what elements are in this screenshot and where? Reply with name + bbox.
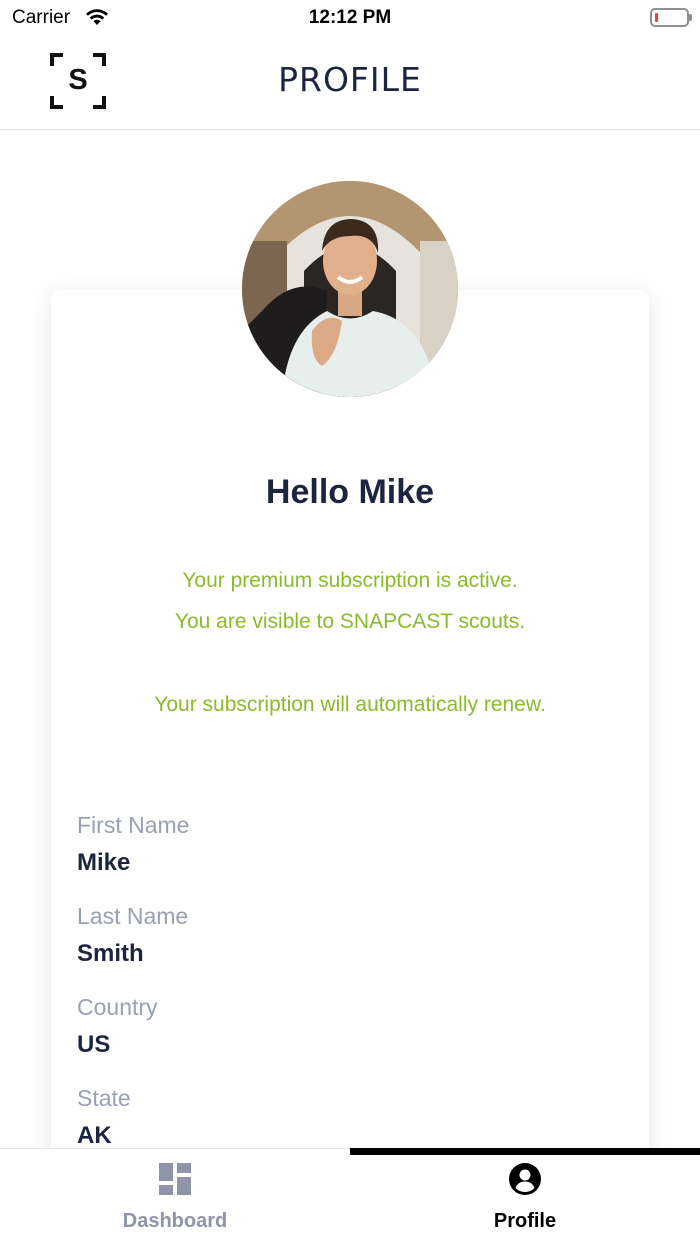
user-circle-icon: [509, 1163, 541, 1195]
scout-visibility-text: You are visible to SNAPCAST scouts.: [174, 610, 526, 633]
dashboard-icon: [159, 1163, 191, 1195]
clock: 12:12 PM: [308, 7, 392, 28]
country-label: Country: [77, 994, 158, 1020]
page-title: PROFILE: [278, 60, 422, 99]
last-name-label: Last Name: [77, 903, 189, 929]
tab-profile-label: Profile: [493, 1210, 557, 1232]
tab-bar: Dashboard Profile: [0, 1148, 700, 1244]
auto-renew-text: Your subscription will automatically ren…: [154, 693, 546, 716]
state-label: State: [77, 1085, 131, 1111]
tab-profile[interactable]: Profile: [350, 1148, 700, 1244]
status-bar: Carrier 12:12 PM: [0, 0, 700, 36]
profile-card: [51, 290, 649, 1190]
tab-dashboard[interactable]: Dashboard: [0, 1149, 350, 1244]
avatar: [242, 181, 458, 397]
last-name-value: Smith: [77, 940, 144, 967]
nav-header: S PROFILE: [0, 36, 700, 130]
battery-icon: [650, 8, 692, 27]
first-name-value: Mike: [77, 849, 131, 876]
country-value: US: [77, 1031, 111, 1058]
greeting-heading: Hello Mike: [265, 473, 435, 511]
avatar-photo: [242, 181, 458, 397]
tab-dashboard-label: Dashboard: [122, 1210, 228, 1232]
state-value: AK: [77, 1122, 112, 1149]
subscription-status-text: Your premium subscription is active.: [182, 569, 518, 592]
first-name-label: First Name: [77, 812, 190, 838]
